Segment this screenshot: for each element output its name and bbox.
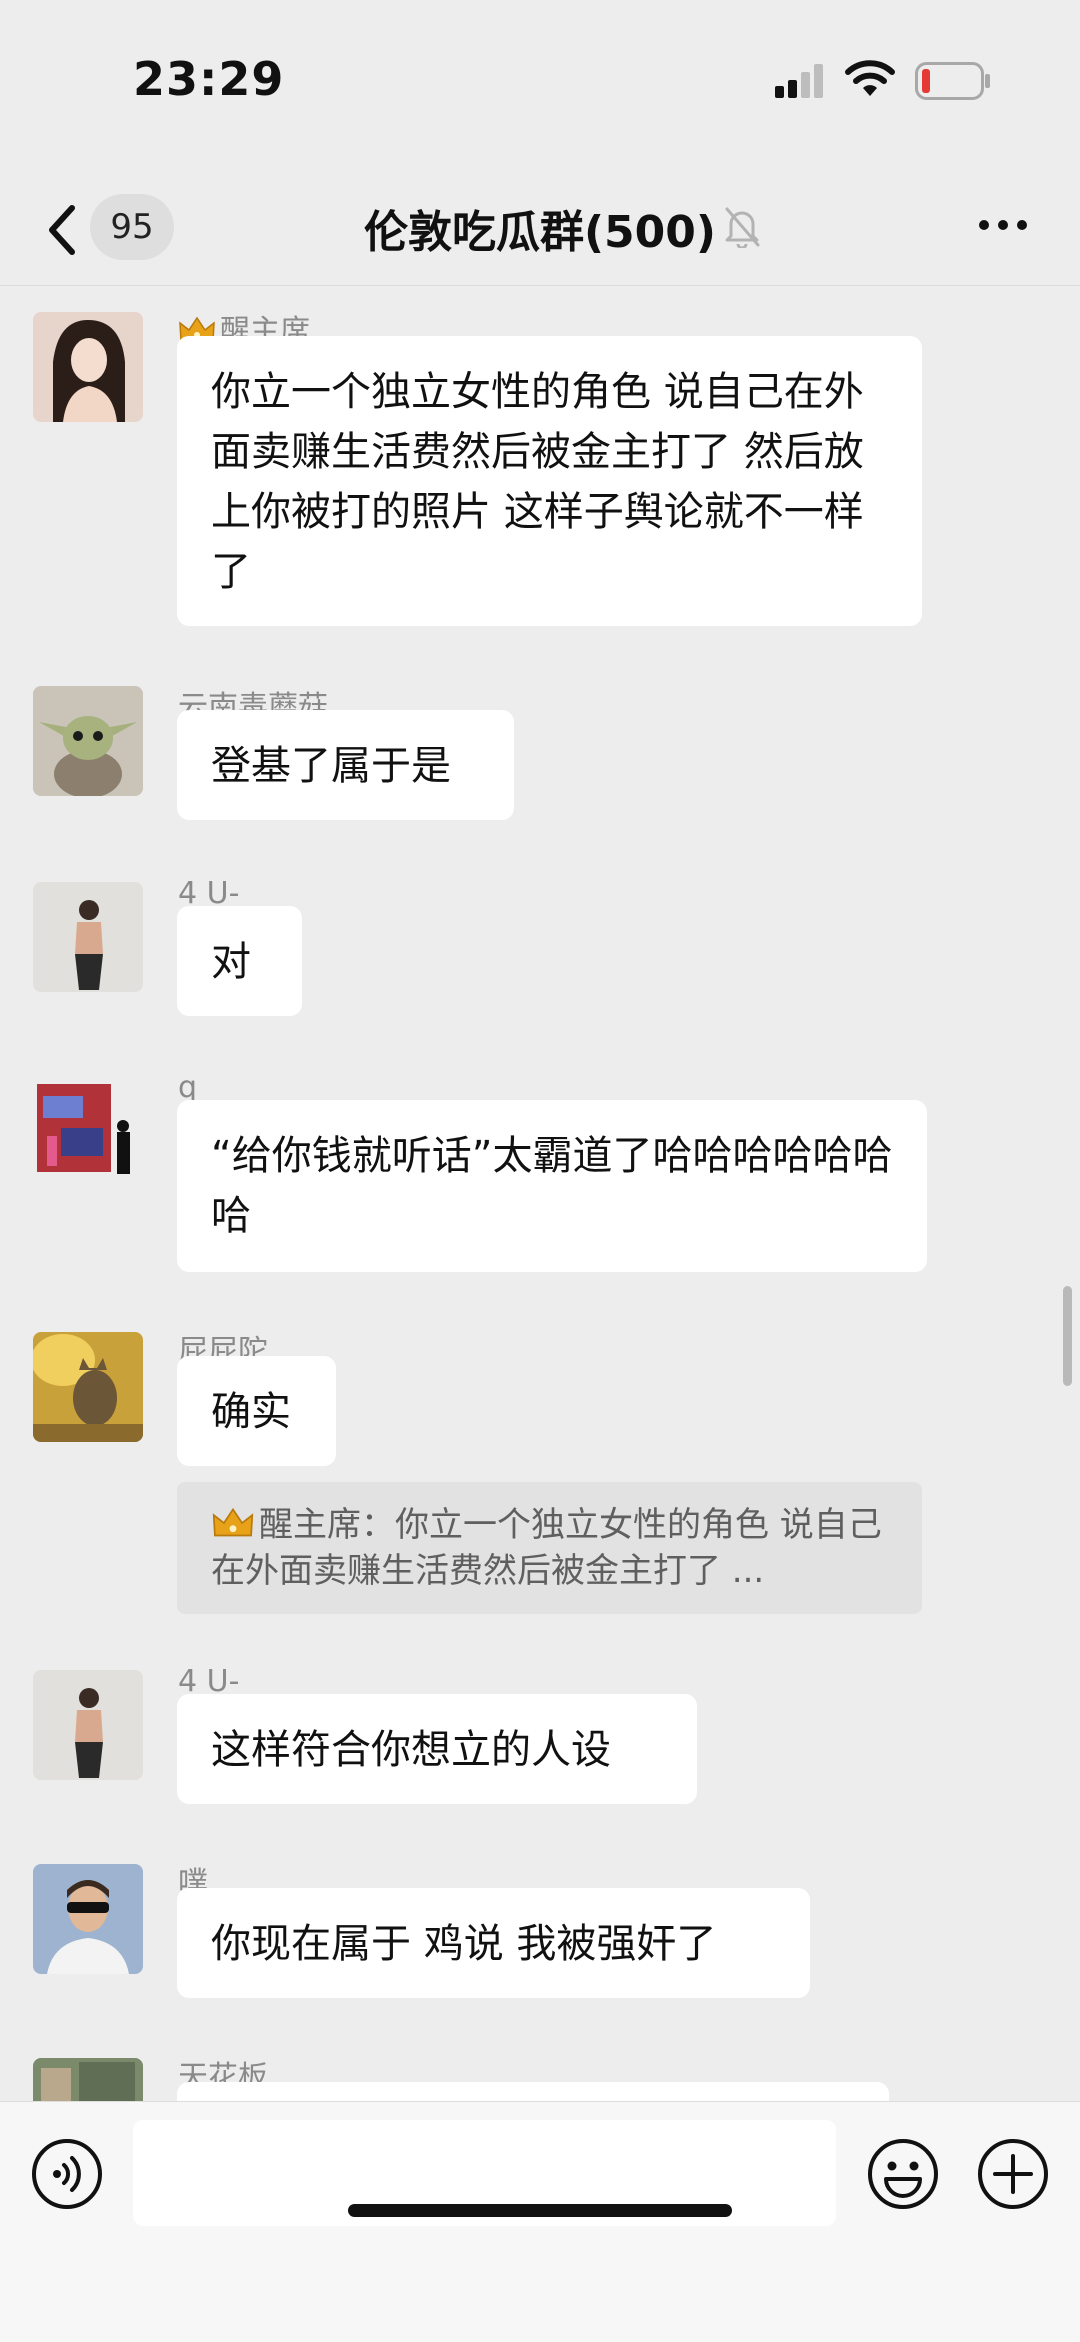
avatar[interactable] bbox=[33, 1076, 143, 1186]
input-bar bbox=[0, 2101, 1080, 2342]
emoji-icon[interactable] bbox=[866, 2137, 940, 2211]
message-list[interactable]: 醒主席 你立一个独立女性的角色 说自己在外面卖赚生活费然后被金主打了 然后放上你… bbox=[0, 286, 1080, 2101]
message-bubble[interactable] bbox=[177, 2082, 889, 2101]
mute-bell-icon bbox=[725, 207, 760, 248]
avatar[interactable] bbox=[33, 1670, 143, 1780]
avatar[interactable] bbox=[33, 312, 143, 422]
crown-icon bbox=[212, 1507, 254, 1537]
more-options-icon[interactable] bbox=[978, 218, 1028, 232]
message-bubble[interactable]: “给你钱就听话”太霸道了哈哈哈哈哈哈哈 bbox=[177, 1100, 927, 1272]
back-arrow-icon[interactable] bbox=[42, 200, 82, 260]
home-indicator bbox=[348, 2204, 732, 2217]
avatar[interactable] bbox=[33, 2058, 143, 2101]
voice-input-icon[interactable] bbox=[30, 2137, 104, 2211]
avatar[interactable] bbox=[33, 686, 143, 796]
message-bubble[interactable]: 这样符合你想立的人设 bbox=[177, 1694, 697, 1804]
add-more-icon[interactable] bbox=[976, 2137, 1050, 2211]
status-time: 23:29 bbox=[133, 52, 285, 106]
avatar[interactable] bbox=[33, 1332, 143, 1442]
avatar[interactable] bbox=[33, 882, 143, 992]
quoted-message[interactable]: 醒主席：你立一个独立女性的角色 说自己在外面卖赚生活费然后被金主打了 ... bbox=[177, 1482, 922, 1614]
avatar[interactable] bbox=[33, 1864, 143, 1974]
signal-icon bbox=[775, 64, 823, 98]
unread-count-badge[interactable]: 95 bbox=[90, 194, 174, 260]
message-bubble[interactable]: 登基了属于是 bbox=[177, 710, 514, 820]
battery-icon bbox=[915, 62, 990, 100]
wifi-icon bbox=[845, 60, 895, 96]
chat-header: 95 伦敦吃瓜群(500) bbox=[0, 180, 1080, 286]
message-bubble[interactable]: 确实 bbox=[177, 1356, 336, 1466]
message-bubble[interactable]: 你立一个独立女性的角色 说自己在外面卖赚生活费然后被金主打了 然后放上你被打的照… bbox=[177, 336, 922, 626]
message-bubble[interactable]: 对 bbox=[177, 906, 302, 1016]
scrollbar[interactable] bbox=[1063, 1286, 1072, 1386]
message-bubble[interactable]: 你现在属于 鸡说 我被强奸了 bbox=[177, 1888, 810, 1998]
status-bar: 23:29 bbox=[0, 0, 1080, 160]
quote-text: 醒主席：你立一个独立女性的角色 说自己在外面卖赚生活费然后被金主打了 ... bbox=[211, 1505, 882, 1591]
